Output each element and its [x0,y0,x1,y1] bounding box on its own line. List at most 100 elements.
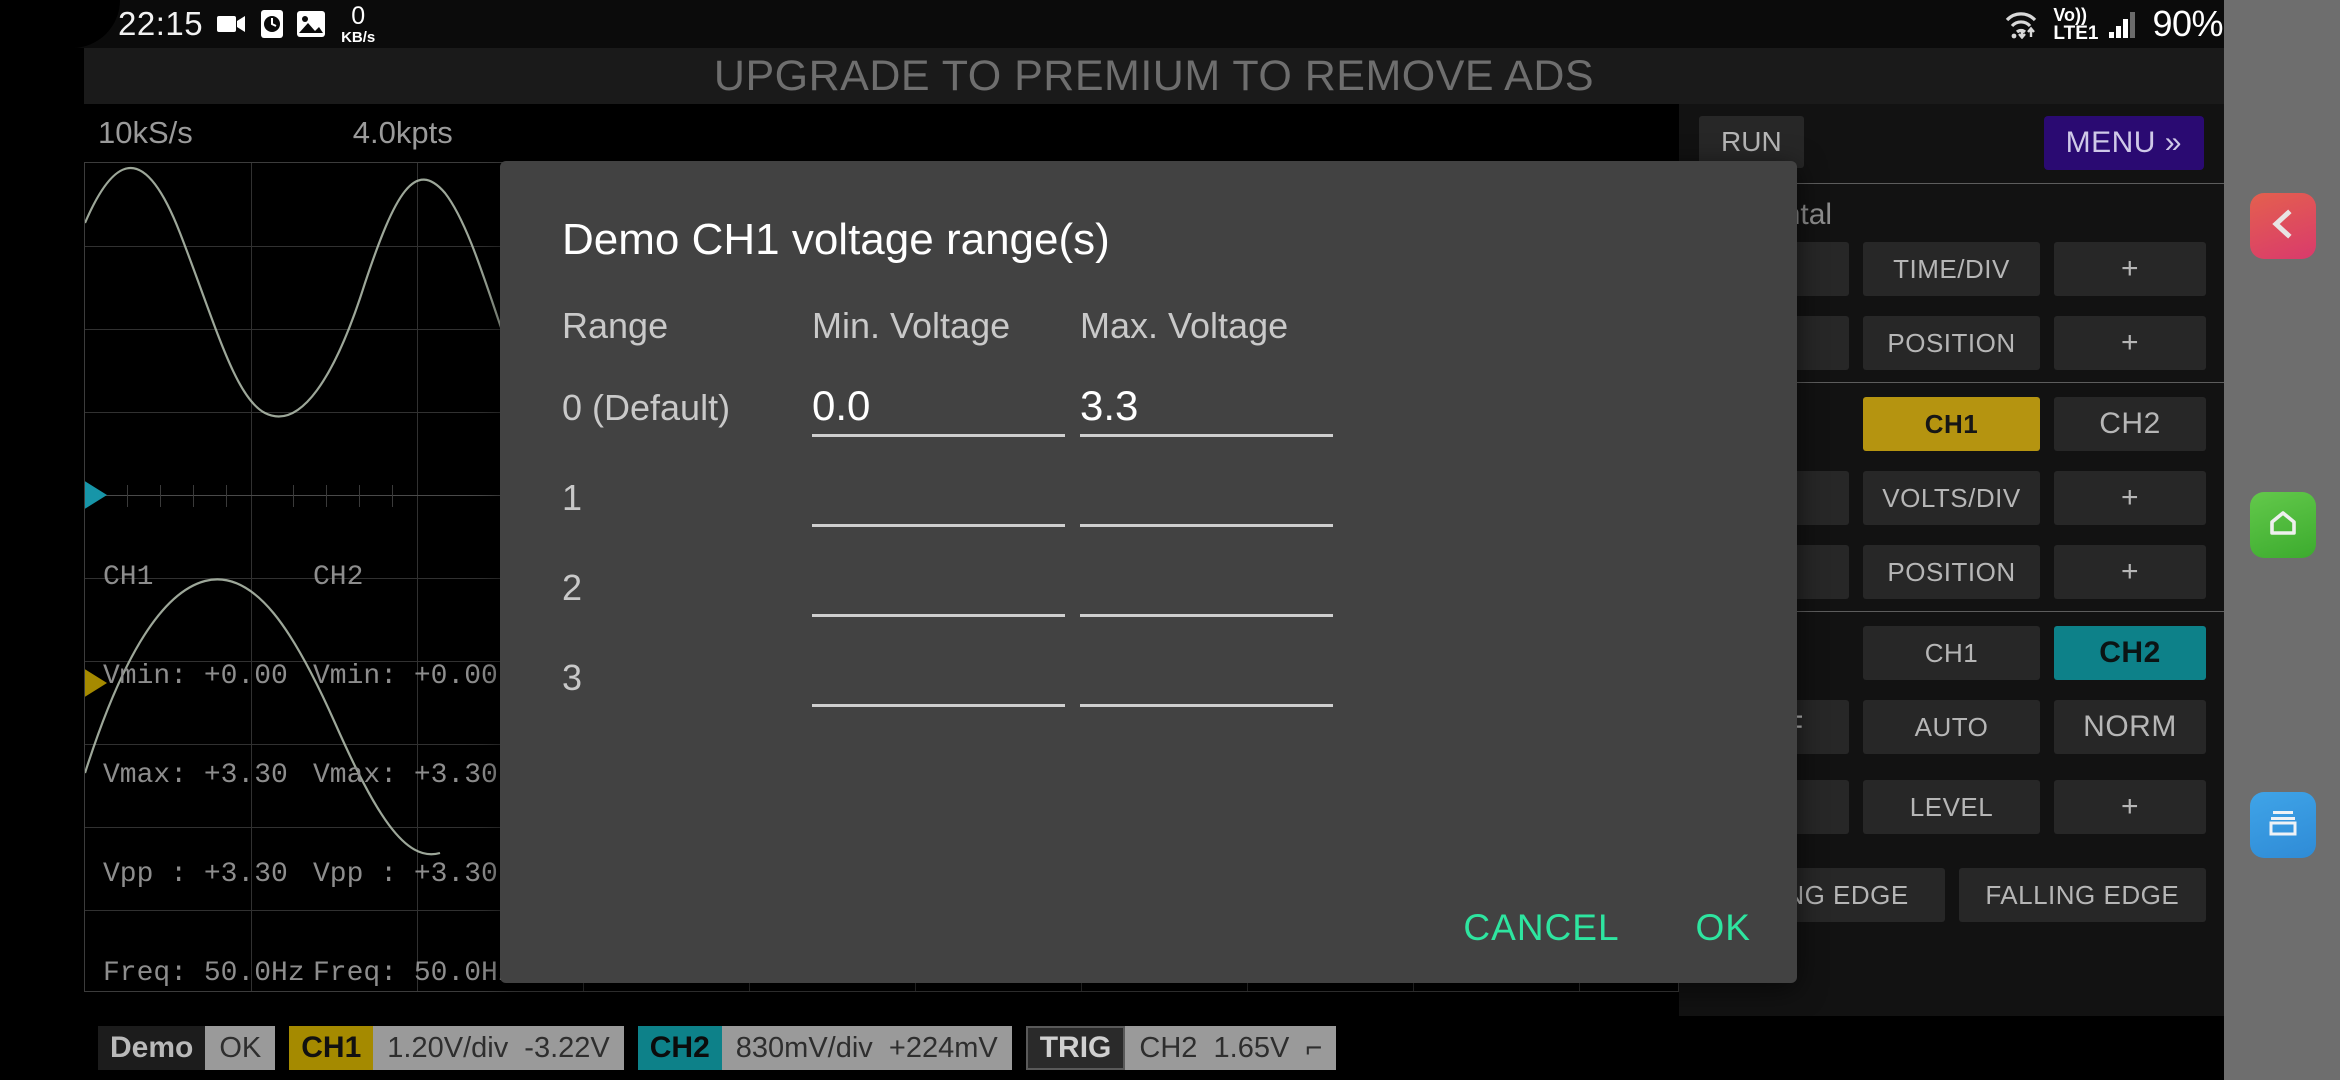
timediv-plus-button[interactable]: + [2054,242,2206,296]
trigger-level-button[interactable]: LEVEL [1863,780,2040,834]
vertical-ch2-button[interactable]: CH2 [2054,397,2206,451]
v-position-plus-button[interactable]: + [2054,545,2206,599]
min-voltage-input-2[interactable] [812,559,1065,617]
trigger-ch2-button[interactable]: CH2 [2054,626,2206,680]
scope-status-bar: Demo OK CH1 1.20V/div -3.22V CH2 830mV/d… [84,1016,2224,1080]
min-voltage-input-3[interactable] [812,649,1065,707]
voltage-range-table: Range Min. Voltage Max. Voltage 0 (Defau… [500,305,1797,707]
volte-top-label: Vo)) [2053,4,2088,25]
ch2-meas-line: Vpp : +3.30 [313,859,498,890]
max-voltage-input-0[interactable]: 3.3 [1080,379,1333,437]
ch1-value: 1.20V/div -3.22V [387,1031,610,1064]
cancel-button[interactable]: CANCEL [1463,907,1619,949]
status-clock: 22:15 [118,5,204,42]
ad-banner-text: UPGRADE TO PREMIUM TO REMOVE ADS [713,51,1595,100]
trig-badge: TRIG [1025,1026,1126,1070]
volte-bottom-label: LTE1 [2053,22,2099,44]
status-bar-right: Vo)) LTE1 90% [2004,3,2256,45]
header-max-voltage: Max. Voltage [1080,305,1289,346]
vertical-ch1-button[interactable]: CH1 [1863,397,2040,451]
table-row: 2 [562,559,1735,617]
recents-icon [2266,806,2300,845]
back-button[interactable] [2250,193,2316,259]
video-camera-icon [217,13,247,35]
ch2-meas-line: Vmin: +0.00 [313,661,498,692]
alarm-clock-icon [261,10,284,38]
range-label: 3 [562,657,583,698]
chevron-left-icon [2266,207,2300,246]
demo-value: OK [219,1031,262,1064]
trigger-ch1-button[interactable]: CH1 [1863,626,2040,680]
upgrade-ad-banner[interactable]: UPGRADE TO PREMIUM TO REMOVE ADS [84,48,2224,104]
trigger-auto-button[interactable]: AUTO [1863,700,2040,754]
header-range: Range [562,305,669,346]
voltage-range-dialog[interactable]: Demo CH1 voltage range(s) Range Min. Vol… [500,161,1797,983]
network-speed-value: 0 [351,1,366,30]
status-chip-ch2[interactable]: CH2 830mV/div +224mV [637,1026,1012,1070]
h-position-button[interactable]: POSITION [1863,316,2040,370]
falling-edge-button[interactable]: FALLING EDGE [1958,868,2206,922]
image-icon [297,11,326,37]
ch1-meas-line: Freq: 50.0Hz [103,958,305,989]
table-header-row: Range Min. Voltage Max. Voltage [562,305,1735,347]
dialog-actions: CANCEL OK [1463,907,1751,949]
range-label: 2 [562,567,583,608]
ch1-meas-line: Vpp : +3.30 [103,859,288,890]
network-speed-indicator: 0 KB/s [341,1,376,46]
table-row: 3 [562,649,1735,707]
ch2-meas-line: Vmax: +3.30 [313,760,498,791]
sample-rate-label: 10kS/s [98,115,193,150]
signal-bars-icon [2109,10,2141,38]
ch1-meas-line: Vmin: +0.00 [103,661,288,692]
menu-button[interactable]: MENU » [2043,116,2204,170]
timediv-button[interactable]: TIME/DIV [1863,242,2040,296]
ch2-measurements: CH2 Vmin: +0.00 Vmax: +3.30 Vpp : +3.30 … [313,495,515,991]
points-label: 4.0kpts [352,115,453,150]
ch2-value: 830mV/div +224mV [735,1031,998,1064]
ch2-badge: CH2 [637,1026,722,1070]
floating-nav-strip [2224,0,2340,1080]
max-voltage-input-3[interactable] [1080,649,1333,707]
ch1-meas-line: Vmax: +3.30 [103,760,288,791]
ch1-measurements: CH1 Vmin: +0.00 Vmax: +3.30 Vpp : +3.30 … [103,495,305,991]
voltsdiv-plus-button[interactable]: + [2054,471,2206,525]
v-position-button[interactable]: POSITION [1863,545,2040,599]
table-row: 0 (Default) 0.0 3.3 [562,379,1735,437]
trigger-norm-button[interactable]: NORM [2054,700,2206,754]
ch1-meas-title: CH1 [103,562,154,593]
h-position-plus-button[interactable]: + [2054,316,2206,370]
min-voltage-input-1[interactable] [812,469,1065,527]
recents-button[interactable] [2250,792,2316,858]
scope-top-info: 10kS/s 4.0kpts [84,104,1679,162]
dialog-title: Demo CH1 voltage range(s) [562,215,1110,264]
status-chip-ch1[interactable]: CH1 1.20V/div -3.22V [289,1026,624,1070]
min-voltage-value-0: 0.0 [812,382,871,429]
home-button[interactable] [2250,492,2316,558]
status-bar-left: 22:15 0 KB/s [118,1,376,46]
ch2-meas-line: Freq: 50.0Hz [313,958,515,989]
voltsdiv-button[interactable]: VOLTS/DIV [1863,471,2040,525]
header-min-voltage: Min. Voltage [812,305,1011,346]
status-chip-trig[interactable]: TRIG CH2 1.65V ⌐ [1025,1026,1337,1070]
network-speed-unit: KB/s [341,28,376,46]
camera-notch [0,0,120,48]
ok-button[interactable]: OK [1696,907,1751,949]
min-voltage-input-0[interactable]: 0.0 [812,379,1065,437]
trig-value: CH2 1.65V ⌐ [1139,1031,1323,1064]
max-voltage-input-2[interactable] [1080,559,1333,617]
table-row: 1 [562,469,1735,527]
device-screen: 10kS/s 4.0kpts CH1 Vmin: +0.00 Vmax: +3.… [0,0,2340,1080]
wifi-up-down-icon [2004,9,2042,39]
volte-indicator: Vo)) LTE1 [2053,6,2098,43]
home-icon [2266,506,2300,545]
range-label: 1 [562,477,583,518]
ch2-meas-title: CH2 [313,562,364,593]
android-status-bar: 22:15 0 KB/s Vo)) LTE1 90% [0,0,2340,48]
range-label: 0 (Default) [562,387,731,428]
max-voltage-value-0: 3.3 [1080,382,1139,429]
status-chip-demo[interactable]: Demo OK [98,1026,276,1070]
ch1-badge: CH1 [289,1026,374,1070]
trigger-level-plus-button[interactable]: + [2054,780,2206,834]
battery-percent-label: 90% [2152,3,2223,44]
max-voltage-input-1[interactable] [1080,469,1333,527]
